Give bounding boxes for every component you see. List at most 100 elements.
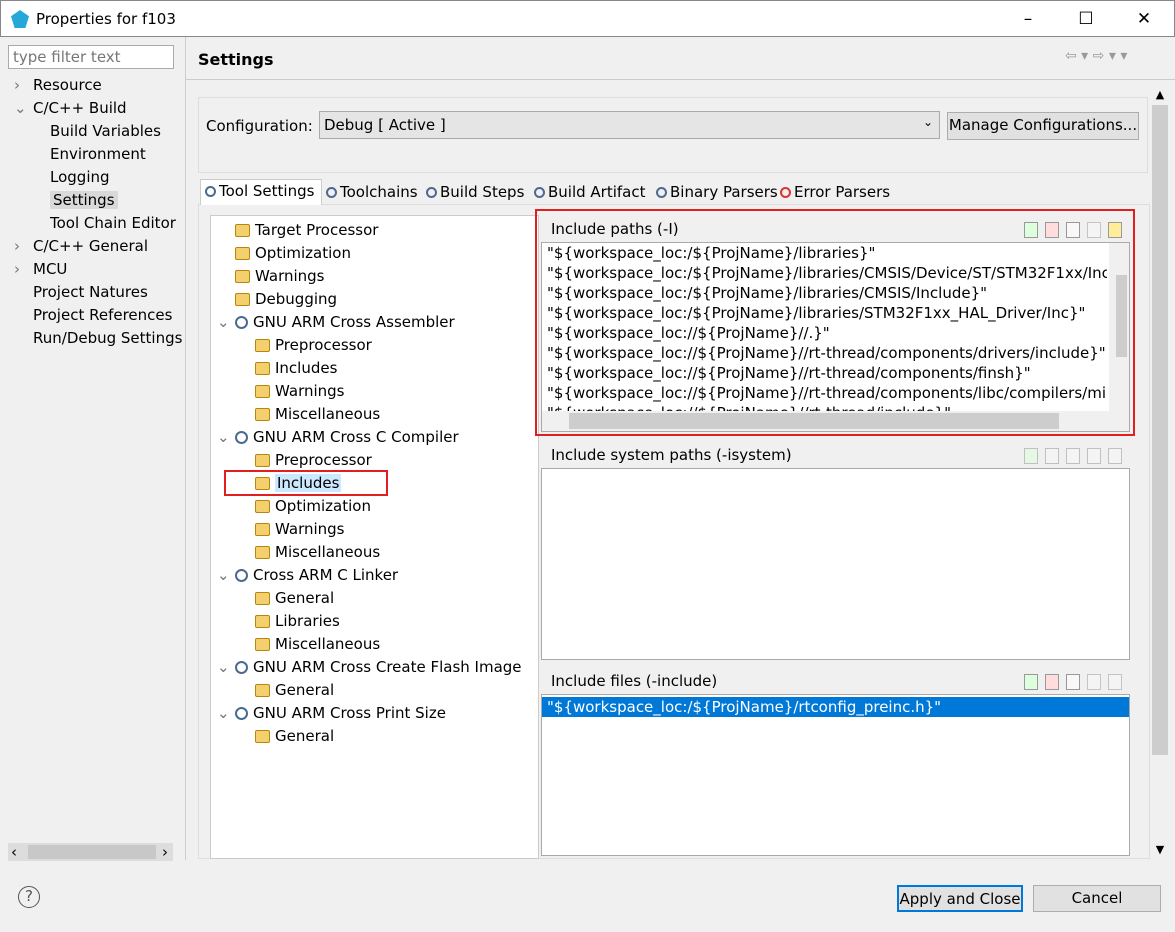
nav-item[interactable]: › Resource bbox=[14, 74, 102, 96]
tool-tree-item[interactable]: Miscellaneous bbox=[255, 633, 380, 655]
include-system-list[interactable] bbox=[541, 468, 1130, 660]
tool-tree-label: Warnings bbox=[275, 520, 345, 538]
tab[interactable]: Build Artifact bbox=[530, 181, 652, 205]
nav-item[interactable]: Settings bbox=[50, 189, 118, 211]
help-icon[interactable]: ? bbox=[18, 886, 40, 908]
title-bar: Properties for f103 – ☐ ✕ bbox=[0, 0, 1175, 37]
tool-tree-item[interactable]: Optimization bbox=[255, 495, 371, 517]
tool-tree-item[interactable]: Debugging bbox=[235, 288, 337, 310]
tab-icon bbox=[780, 187, 791, 198]
tool-tree-item[interactable]: General bbox=[255, 587, 334, 609]
nav-item[interactable]: ⌄ C/C++ Build bbox=[14, 97, 127, 119]
tool-tree-item[interactable]: General bbox=[255, 725, 334, 747]
tool-tree-item[interactable]: Miscellaneous bbox=[255, 541, 380, 563]
add-icon[interactable] bbox=[1024, 447, 1038, 464]
nav-item-label: Run/Debug Settings bbox=[33, 329, 183, 347]
chevron-down-icon[interactable]: ⌄ bbox=[217, 656, 235, 678]
tool-tree-item[interactable]: ⌄ GNU ARM Cross C Compiler bbox=[217, 426, 459, 448]
nav-item[interactable]: › C/C++ General bbox=[14, 235, 148, 257]
tab[interactable]: Tool Settings bbox=[200, 179, 322, 205]
move-up-icon[interactable] bbox=[1087, 673, 1101, 690]
configuration-label: Configuration: bbox=[206, 117, 313, 135]
delete-icon[interactable] bbox=[1045, 673, 1059, 690]
tool-tree-item[interactable]: Optimization bbox=[235, 242, 351, 264]
tab[interactable]: Binary Parsers bbox=[652, 181, 778, 205]
tool-tree-item[interactable]: Warnings bbox=[235, 265, 325, 287]
page-vscrollbar[interactable]: ▲ ▼ bbox=[1150, 88, 1170, 856]
tool-tree-item[interactable]: Preprocessor bbox=[255, 449, 372, 471]
highlight-include-paths bbox=[535, 209, 1135, 436]
chevron-down-icon[interactable]: ⌄ bbox=[217, 426, 235, 448]
nav-item[interactable]: Build Variables bbox=[50, 120, 161, 142]
apply-and-close-button[interactable]: Apply and Close bbox=[897, 885, 1023, 912]
edit-icon[interactable] bbox=[1066, 447, 1080, 464]
tool-tree-item[interactable]: General bbox=[255, 679, 334, 701]
chevron-down-icon[interactable]: ⌄ bbox=[14, 97, 33, 119]
maximize-button[interactable]: ☐ bbox=[1071, 9, 1101, 29]
history-nav-icons[interactable]: ⇦ ▾ ⇨ ▾ ▾ bbox=[1065, 48, 1127, 64]
tool-tree-item[interactable]: Miscellaneous bbox=[255, 403, 380, 425]
nav-item-label: C/C++ Build bbox=[33, 99, 127, 117]
nav-item[interactable]: Environment bbox=[50, 143, 146, 165]
tool-tree-item[interactable]: ⌄ GNU ARM Cross Create Flash Image bbox=[217, 656, 522, 678]
folder-icon bbox=[235, 293, 250, 306]
folder-icon bbox=[255, 385, 270, 398]
chevron-right-icon[interactable]: › bbox=[14, 235, 33, 257]
tool-tree-label: Miscellaneous bbox=[275, 635, 381, 653]
close-button[interactable]: ✕ bbox=[1129, 9, 1159, 29]
tool-tree-label: Miscellaneous bbox=[275, 405, 381, 423]
configuration-select[interactable]: Debug [ Active ] ⌄ bbox=[319, 111, 940, 139]
tool-tree-label: General bbox=[275, 681, 335, 699]
tool-tree-label: Warnings bbox=[255, 267, 325, 285]
nav-item-label: C/C++ General bbox=[33, 237, 149, 255]
tool-tree-item[interactable]: Warnings bbox=[255, 518, 345, 540]
filter-input[interactable]: type filter text bbox=[8, 45, 174, 69]
tab[interactable]: Toolchains bbox=[322, 181, 422, 205]
tool-tree-item[interactable]: ⌄ GNU ARM Cross Print Size bbox=[217, 702, 446, 724]
tool-tree-label: GNU ARM Cross C Compiler bbox=[253, 428, 459, 446]
tool-tree-label: Debugging bbox=[255, 290, 338, 308]
chevron-down-icon[interactable]: ⌄ bbox=[217, 311, 235, 333]
folder-icon bbox=[255, 730, 270, 743]
include-file-item[interactable]: "${workspace_loc:/${ProjName}/rtconfig_p… bbox=[542, 697, 1129, 717]
nav-item[interactable]: Tool Chain Editor bbox=[50, 212, 176, 234]
manage-configurations-button[interactable]: Manage Configurations... bbox=[947, 112, 1139, 140]
tool-tree-item[interactable]: Libraries bbox=[255, 610, 340, 632]
chevron-down-icon[interactable]: ⌄ bbox=[217, 564, 235, 586]
tool-tree-label: Cross ARM C Linker bbox=[253, 566, 399, 584]
nav-item[interactable]: Project References bbox=[33, 304, 172, 326]
nav-item[interactable]: Project Natures bbox=[33, 281, 148, 303]
tab-icon bbox=[656, 187, 667, 198]
tool-tree-label: Target Processor bbox=[255, 221, 379, 239]
delete-icon[interactable] bbox=[1045, 447, 1059, 464]
tool-tree-label: GNU ARM Cross Assembler bbox=[253, 313, 455, 331]
folder-icon bbox=[255, 592, 270, 605]
minimize-button[interactable]: – bbox=[1013, 9, 1043, 29]
move-up-icon[interactable] bbox=[1087, 447, 1101, 464]
tool-tree-item[interactable]: Includes bbox=[255, 357, 337, 379]
add-icon[interactable] bbox=[1024, 673, 1038, 690]
tool-tree-label: General bbox=[275, 589, 335, 607]
edit-icon[interactable] bbox=[1066, 673, 1080, 690]
move-down-icon[interactable] bbox=[1108, 447, 1122, 464]
tool-tree-item[interactable]: Warnings bbox=[255, 380, 345, 402]
cancel-button[interactable]: Cancel bbox=[1033, 885, 1161, 912]
tool-icon bbox=[235, 316, 248, 329]
tab[interactable]: Error Parsers bbox=[776, 181, 894, 205]
nav-item[interactable]: › MCU bbox=[14, 258, 67, 280]
move-down-icon[interactable] bbox=[1108, 673, 1122, 690]
tool-tree-label: Optimization bbox=[255, 244, 351, 262]
nav-hscrollbar[interactable]: ‹ › bbox=[8, 843, 173, 861]
tool-tree-item[interactable]: Preprocessor bbox=[255, 334, 372, 356]
chevron-right-icon[interactable]: › bbox=[14, 74, 33, 96]
tool-tree-item[interactable]: ⌄ Cross ARM C Linker bbox=[217, 564, 398, 586]
nav-item-label: Resource bbox=[33, 76, 102, 94]
tool-tree-label: Includes bbox=[275, 359, 338, 377]
chevron-down-icon[interactable]: ⌄ bbox=[217, 702, 235, 724]
nav-item[interactable]: Logging bbox=[50, 166, 110, 188]
tool-tree-item[interactable]: Target Processor bbox=[235, 219, 378, 241]
tab[interactable]: Build Steps bbox=[422, 181, 530, 205]
tool-tree-item[interactable]: ⌄ GNU ARM Cross Assembler bbox=[217, 311, 455, 333]
chevron-right-icon[interactable]: › bbox=[14, 258, 33, 280]
nav-item[interactable]: Run/Debug Settings bbox=[33, 327, 182, 349]
